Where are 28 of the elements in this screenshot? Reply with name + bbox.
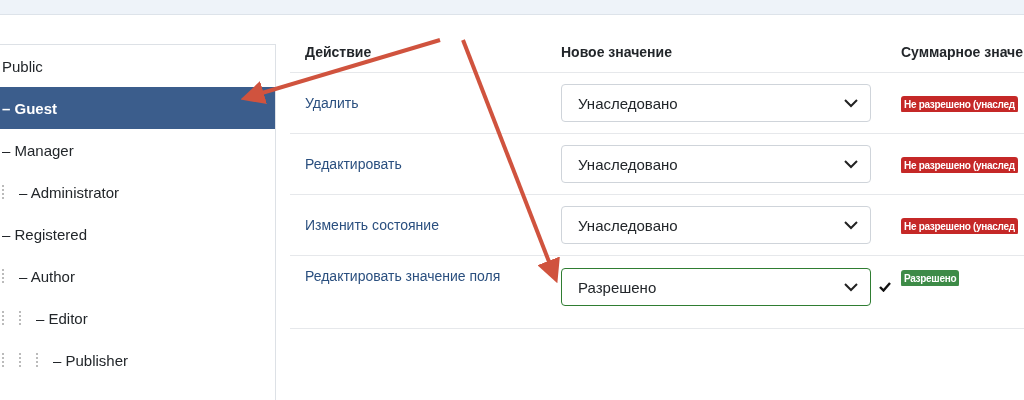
value-select[interactable]: Разрешено [561, 268, 871, 306]
chevron-down-icon [844, 159, 858, 169]
column-header: Действие [305, 44, 373, 60]
chevron-down-icon [844, 282, 858, 292]
status-badge: Не разрешено (унаслед [901, 96, 1018, 112]
status-badge: Разрешено [901, 270, 960, 286]
tree-item[interactable]: – Editor [0, 297, 275, 339]
tree-item[interactable]: – Registered [0, 213, 275, 255]
tree-item[interactable]: – Administrator [0, 171, 275, 213]
tree-item[interactable]: – Publisher [0, 339, 275, 381]
tree-item[interactable]: – Author [0, 255, 275, 297]
value-select[interactable]: Унаследовано [561, 145, 871, 183]
tree-item[interactable]: – Manager [0, 129, 275, 171]
column-header: Суммарное значе [901, 44, 1024, 60]
column-header: Новое значение [561, 44, 673, 60]
action-label: Редактировать значение поля [305, 268, 502, 284]
action-label: Удалить [305, 95, 360, 111]
status-badge: Не разрешено (унаслед [901, 157, 1018, 173]
chevron-down-icon [844, 220, 858, 230]
status-badge: Не разрешено (унаслед [901, 218, 1018, 234]
checkmark-icon [879, 282, 891, 292]
tree-item[interactable]: – Guest [0, 87, 275, 129]
chevron-down-icon [844, 98, 858, 108]
action-label: Редактировать [305, 156, 403, 172]
value-select[interactable]: Унаследовано [561, 206, 871, 244]
value-select[interactable]: Унаследовано [561, 84, 871, 122]
tree-item[interactable]: Public [0, 45, 275, 87]
action-label: Изменить состояние [305, 217, 440, 233]
